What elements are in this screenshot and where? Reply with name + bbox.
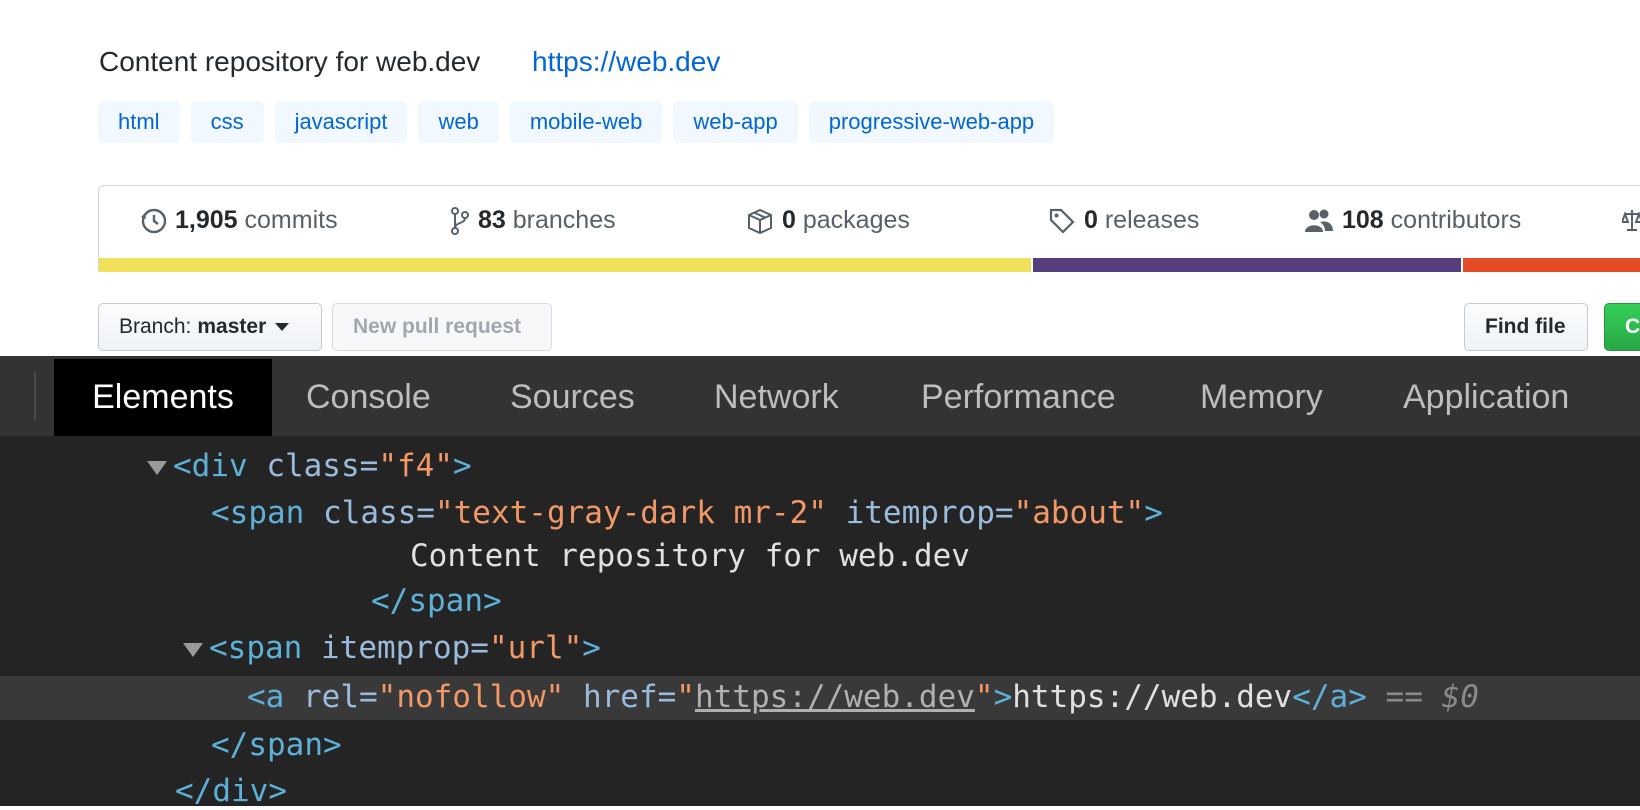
topic-tag[interactable]: css: [190, 101, 264, 143]
language-bar-segment-2: [1033, 258, 1461, 272]
href-link[interactable]: https://web.dev: [695, 679, 975, 715]
repo-website-link[interactable]: https://web.dev: [532, 46, 720, 78]
branch-icon: [451, 206, 469, 235]
language-bar-segment-1: [99, 258, 1031, 272]
tab-console[interactable]: Console: [306, 359, 431, 436]
collapse-triangle-icon[interactable]: [183, 643, 203, 657]
console-ref-badge: $0: [1441, 679, 1479, 715]
dom-text-node[interactable]: Content repository for web.dev: [410, 537, 970, 575]
collapse-triangle-icon[interactable]: [147, 461, 167, 475]
package-icon: [748, 208, 772, 234]
law-icon: [1622, 210, 1640, 231]
packages-label: packages: [802, 206, 910, 234]
packages-count: 0: [782, 206, 796, 234]
branches-stat[interactable]: 83 branches: [450, 206, 616, 235]
branch-select-button[interactable]: Branch: master: [98, 303, 322, 351]
dom-close-span[interactable]: </span>: [371, 582, 502, 620]
branch-prefix: Branch:: [119, 315, 192, 338]
branch-name: master: [197, 315, 267, 338]
releases-stat[interactable]: 0 releases: [1048, 206, 1199, 235]
contributors-count: 108: [1342, 206, 1384, 234]
tab-performance[interactable]: Performance: [921, 359, 1116, 436]
repo-description: Content repository for web.dev: [99, 46, 481, 77]
clone-download-button[interactable]: C: [1604, 303, 1640, 351]
dom-node-anchor[interactable]: <a rel="nofollow" href="https://web.dev"…: [247, 678, 1479, 716]
tab-sources[interactable]: Sources: [510, 359, 635, 436]
tab-memory[interactable]: Memory: [1200, 359, 1323, 436]
tab-application[interactable]: Application: [1403, 359, 1569, 436]
tab-network[interactable]: Network: [714, 359, 839, 436]
dom-node-span-url[interactable]: <span itemprop="url">: [209, 629, 601, 667]
tab-elements[interactable]: Elements: [54, 359, 272, 436]
tabbar-divider: [34, 372, 36, 420]
history-icon: [141, 208, 167, 233]
dom-close-span[interactable]: </span>: [211, 726, 342, 764]
commits-stat[interactable]: 1,905 commits: [139, 206, 338, 235]
commits-label: commits: [244, 206, 338, 234]
commits-count: 1,905: [175, 206, 238, 234]
branches-count: 83: [478, 206, 506, 234]
dom-close-div[interactable]: </div>: [175, 772, 287, 810]
topic-tag[interactable]: mobile-web: [509, 101, 663, 143]
releases-label: releases: [1104, 206, 1200, 234]
contributors-stat[interactable]: 108 contributors: [1304, 206, 1521, 235]
people-icon: [1305, 209, 1333, 232]
dom-node-span-about[interactable]: <span class="text-gray-dark mr-2" itempr…: [211, 494, 1163, 532]
packages-stat[interactable]: 0 packages: [746, 206, 910, 235]
contributors-label: contributors: [1390, 206, 1522, 234]
topic-tag[interactable]: html: [98, 101, 180, 143]
topic-tag[interactable]: web-app: [673, 101, 798, 143]
new-pull-request-button[interactable]: New pull request: [332, 303, 552, 351]
caret-down-icon: [275, 323, 290, 331]
topic-tag[interactable]: javascript: [274, 101, 408, 143]
license-stat[interactable]: [1622, 206, 1640, 234]
find-file-button[interactable]: Find file: [1464, 303, 1588, 351]
dom-node-div[interactable]: <div class="f4">: [173, 447, 472, 485]
language-bar-segment-3: [1463, 258, 1640, 272]
tag-icon: [1049, 208, 1075, 234]
topic-tag[interactable]: progressive-web-app: [808, 101, 1055, 143]
branches-label: branches: [512, 206, 616, 234]
releases-count: 0: [1084, 206, 1098, 234]
topic-tag[interactable]: web: [418, 101, 499, 143]
topics-list: html css javascript web mobile-web web-a…: [98, 101, 1055, 143]
